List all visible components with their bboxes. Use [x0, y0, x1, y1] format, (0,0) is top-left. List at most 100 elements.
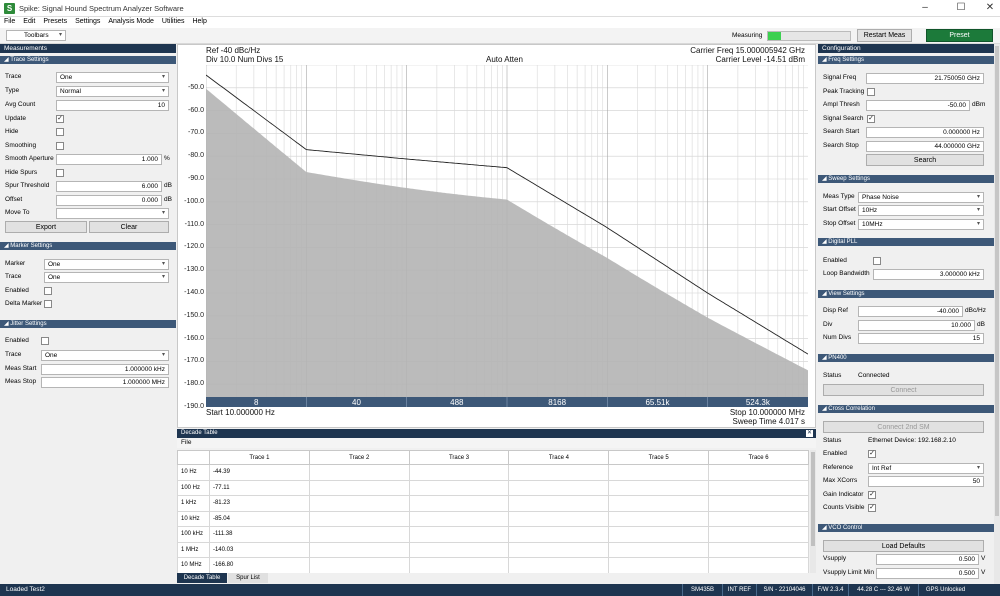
window-title: Spike: Signal Hound Spectrum Analyzer So… [19, 4, 184, 13]
trace-select-value: One [60, 74, 73, 81]
toolbars-dropdown[interactable]: Toolbars [6, 30, 66, 41]
search-button[interactable]: Search [866, 154, 984, 166]
firmware-status: F/W 2.3.4 [812, 584, 848, 596]
y-tick-label: -60.0 [188, 106, 204, 114]
empty-cell [308, 541, 410, 558]
menu-edit[interactable]: Edit [19, 17, 39, 27]
delta-marker-checkbox[interactable] [44, 300, 52, 308]
menu-analysis-mode[interactable]: Analysis Mode [104, 17, 158, 27]
phase-noise-plot[interactable]: Ref -40 dBc/Hz Div 10.0 Num Divs 15 Auto… [177, 44, 816, 428]
marker-settings-header[interactable]: ◢ Marker Settings [0, 242, 176, 250]
meas-type-select[interactable]: Phase Noise [858, 192, 984, 203]
load-defaults-button[interactable]: Load Defaults [823, 540, 984, 552]
empty-cell [508, 479, 610, 496]
decade-close-icon[interactable]: ✕ [806, 430, 813, 437]
menu-help[interactable]: Help [188, 17, 210, 27]
menu-file[interactable]: File [0, 17, 19, 27]
jitter-settings-header[interactable]: ◢ Jitter Settings [0, 320, 176, 328]
freq-cell: 10 kHz [177, 510, 210, 527]
preset-button[interactable]: Preset [926, 29, 993, 42]
empty-cell [508, 557, 610, 573]
smooth-aperture-input[interactable]: 1.000 [56, 154, 162, 165]
tab-decade-table[interactable]: Decade Table [177, 573, 227, 583]
cross-correlation-header[interactable]: ◢ Cross Correlation [818, 405, 994, 413]
vsupply-limit-input[interactable]: 0.500 [876, 568, 979, 579]
decade-header-row: Trace 1 Trace 2 Trace 3 Trace 4 Trace 5 Trace… [177, 450, 809, 465]
move-to-select[interactable] [56, 208, 169, 219]
type-select[interactable]: Normal [56, 86, 169, 97]
counts-visible-checkbox[interactable]: ✓ [868, 504, 876, 512]
pll-enabled-checkbox[interactable] [873, 257, 881, 265]
marker-trace-value: One [48, 274, 61, 281]
trace-settings-header[interactable]: ◢ Trace Settings [0, 56, 176, 64]
meas-stop-input[interactable]: 1.000000 MHz [41, 377, 169, 388]
disp-ref-input[interactable]: -40.000 [858, 306, 963, 317]
offset-input[interactable]: 0.000 [56, 195, 162, 206]
start-offset-select[interactable]: 10Hz [858, 205, 984, 216]
ampl-thresh-input[interactable]: -50.00 [866, 100, 970, 111]
num-divs-input[interactable]: 15 [858, 333, 984, 344]
signal-search-checkbox[interactable]: ✓ [867, 115, 875, 123]
update-checkbox[interactable]: ✓ [56, 115, 64, 123]
empty-cell [608, 541, 710, 558]
freq-cell: 1 kHz [177, 495, 210, 512]
search-start-input[interactable]: 0.000000 Hz [866, 127, 984, 138]
connect-2nd-sm-button[interactable]: Connect 2nd SM [823, 421, 984, 433]
marker-enabled-checkbox[interactable] [44, 287, 52, 295]
close-icon[interactable]: ✕ [980, 2, 1000, 14]
decade-file-menu[interactable]: File [177, 438, 816, 448]
vsupply-input[interactable]: 0.500 [876, 554, 979, 565]
pn400-connect-button[interactable]: Connect [823, 384, 984, 396]
measuring-progress [767, 31, 851, 41]
div-input[interactable]: 10.000 [858, 320, 975, 331]
menu-utilities[interactable]: Utilities [158, 17, 189, 27]
stop-offset-select[interactable]: 10MHz [858, 219, 984, 230]
max-xcorrs-input[interactable]: 50 [868, 476, 984, 487]
sweep-time-text: Sweep Time 4.017 s [732, 417, 805, 426]
smoothing-checkbox[interactable] [56, 142, 64, 150]
tab-spur-list[interactable]: Spur List [228, 573, 268, 583]
vco-control-header[interactable]: ◢ VCO Control [818, 524, 994, 532]
signal-freq-input[interactable]: 21.750050 GHz [866, 73, 984, 84]
jitter-enabled-checkbox[interactable] [41, 337, 49, 345]
export-button[interactable]: Export [5, 221, 87, 233]
meas-start-input[interactable]: 1.000000 kHz [41, 364, 169, 375]
freq-settings-header[interactable]: ◢ Freq Settings [818, 56, 994, 64]
jitter-trace-select[interactable]: One [41, 350, 169, 361]
plot-canvas[interactable]: 8 40 488 8168 65.51k 524.3k [206, 65, 808, 407]
config-scrollbar[interactable] [994, 44, 1000, 584]
spur-threshold-input[interactable]: 6.000 [56, 181, 162, 192]
marker-trace-select[interactable]: One [44, 272, 169, 283]
loop-bandwidth-input[interactable]: 3.000000 kHz [873, 269, 984, 280]
maximize-icon[interactable]: ☐ [951, 2, 971, 14]
pn400-header[interactable]: ◢ PN400 [818, 354, 994, 362]
xcorr-enabled-checkbox[interactable]: ✓ [868, 450, 876, 458]
clear-button[interactable]: Clear [89, 221, 169, 233]
menu-settings[interactable]: Settings [71, 17, 104, 27]
minimize-icon[interactable]: – [915, 2, 935, 14]
digital-pll-header[interactable]: ◢ Digital PLL [818, 238, 994, 246]
search-stop-input[interactable]: 44.000000 GHz [866, 141, 984, 152]
empty-cell [508, 526, 610, 543]
trace-select[interactable]: One [56, 72, 169, 83]
marker-select[interactable]: One [44, 259, 169, 270]
spur-threshold-unit: dB [164, 182, 172, 189]
gain-indicator-checkbox[interactable]: ✓ [868, 491, 876, 499]
table-row: 1 MHz -140.03 [177, 541, 809, 558]
avg-count-input[interactable]: 10 [56, 100, 169, 111]
hide-checkbox[interactable] [56, 128, 64, 136]
view-settings-header[interactable]: ◢ View Settings [818, 290, 994, 298]
hide-spurs-checkbox[interactable] [56, 169, 64, 177]
y-tick-label: -140.0 [184, 289, 204, 296]
y-tick-label: -90.0 [188, 175, 204, 182]
marker-label: Marker [5, 260, 26, 267]
empty-cell [608, 557, 710, 573]
menu-presets[interactable]: Presets [39, 17, 71, 27]
marker-settings-title: Marker Settings [10, 243, 53, 249]
reference-select[interactable]: Int Ref [868, 463, 984, 474]
restart-meas-button[interactable]: Restart Meas [857, 29, 912, 42]
peak-tracking-checkbox[interactable] [867, 88, 875, 96]
meas-type-value: Phase Noise [862, 194, 899, 201]
decade-scrollbar[interactable] [810, 450, 816, 573]
sweep-settings-header[interactable]: ◢ Sweep Settings [818, 175, 994, 183]
